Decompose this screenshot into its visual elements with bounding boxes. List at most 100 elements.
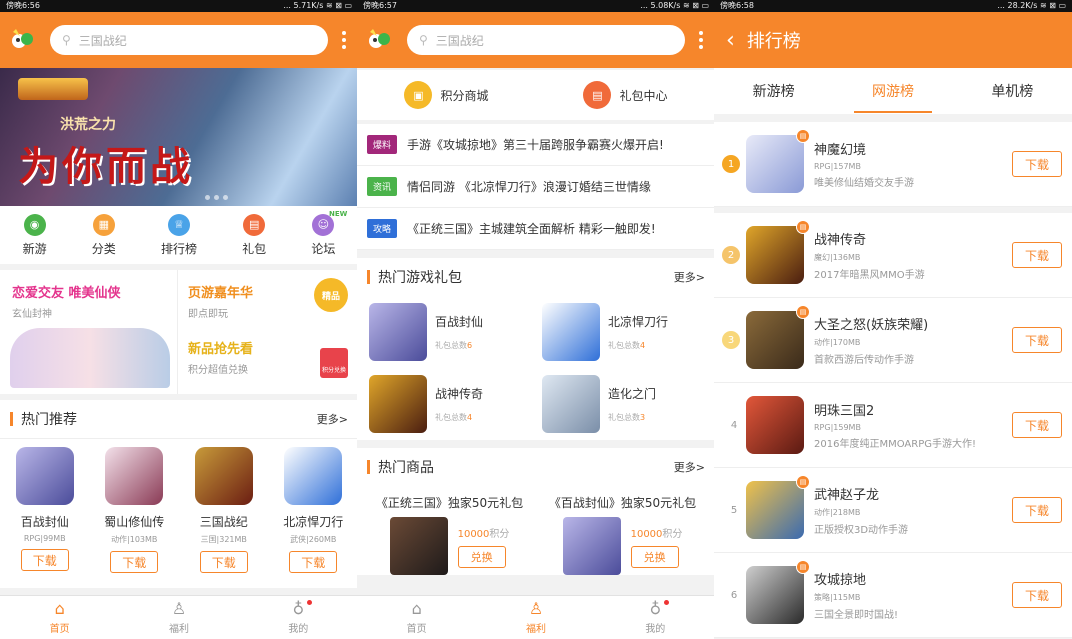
download-button[interactable]: 下载 bbox=[1012, 242, 1062, 268]
download-button[interactable]: 下载 bbox=[1012, 582, 1062, 608]
goods-image bbox=[389, 517, 448, 575]
game-card[interactable]: 三国战纪 三国|321MB 下载 bbox=[184, 447, 264, 588]
tab-home[interactable]: ⌂ 首页 bbox=[50, 599, 70, 636]
more-menu-icon[interactable] bbox=[695, 31, 707, 49]
gift-item[interactable]: 北凉悍刀行 礼包总数4 bbox=[536, 296, 709, 368]
ranking-row[interactable]: 4 明珠三国2 RPG|159MB 2016年度纯正MMOARPG手游大作! 下载 bbox=[714, 383, 1072, 468]
promo-left-title: 恋爱交友 唯美仙侠 bbox=[12, 286, 121, 301]
ranking-tabs: 新游榜 网游榜 单机榜 bbox=[714, 68, 1072, 114]
gift-game-name: 百战封仙 bbox=[435, 315, 484, 329]
ranking-row[interactable]: 5 ▤ 武神赵子龙 动作|218MB 正版授权3D动作手游 下载 bbox=[714, 468, 1072, 553]
news-item[interactable]: 攻略 《正统三国》主城建筑全面解析 精彩一触即发! bbox=[357, 208, 715, 250]
bag-icon: ♙ bbox=[171, 599, 187, 618]
ranking-row[interactable]: 2 ▤ 战神传奇 魔幻|136MB 2017年暗黑风MMO手游 下载 bbox=[714, 213, 1072, 298]
tab-welfare[interactable]: ♙ 福利 bbox=[526, 600, 546, 636]
game-card[interactable]: 百战封仙 RPG|99MB 下载 bbox=[5, 447, 85, 588]
points-mall-entry[interactable]: ▣ 积分商城 bbox=[404, 81, 489, 109]
app-logo-icon[interactable] bbox=[365, 25, 395, 55]
download-button[interactable]: 下载 bbox=[20, 549, 69, 571]
news-item[interactable]: 资讯 情侣同游 《北凉悍刀行》浪漫订婚结三世情缘 bbox=[357, 166, 715, 208]
download-button[interactable]: 下载 bbox=[1012, 327, 1062, 353]
game-meta: 动作|170MB bbox=[814, 338, 861, 347]
status-time: 傍晚6:57 bbox=[363, 1, 397, 10]
goods-item[interactable]: 《正统三国》独家50元礼包 10000积分 兑换 bbox=[363, 494, 536, 575]
ranking-row[interactable]: 3 ▤ 大圣之怒(妖族荣耀) 动作|170MB 首款西游后传动作手游 下载 bbox=[714, 298, 1072, 383]
app-logo-icon[interactable] bbox=[8, 25, 38, 55]
news-text: 情侣同游 《北凉悍刀行》浪漫订婚结三世情缘 bbox=[407, 180, 651, 194]
exchange-button[interactable]: 兑换 bbox=[457, 545, 506, 568]
medal-icon: 精品 bbox=[314, 278, 348, 312]
news-badge: 攻略 bbox=[367, 219, 398, 238]
gift-center-entry[interactable]: ▤ 礼包中心 bbox=[583, 81, 668, 109]
download-button[interactable]: 下载 bbox=[1012, 412, 1062, 438]
tab-mine[interactable]: ♁ 我的 bbox=[288, 600, 313, 635]
news-item[interactable]: 爆料 手游《攻城掠地》第三十届跨服争霸赛火爆开启! bbox=[357, 124, 715, 166]
search-input[interactable]: ⚲ 三国战纪 bbox=[407, 25, 685, 55]
points-gift-icon: 积分兑换 bbox=[320, 348, 348, 378]
promo-banner[interactable]: 洪荒之力 为你而战 bbox=[0, 68, 358, 206]
gamepad-icon: ◉ bbox=[23, 213, 46, 236]
game-name: 明珠三国2 bbox=[814, 404, 875, 419]
search-input[interactable]: ⚲ 三国战纪 bbox=[50, 25, 328, 55]
tab-home[interactable]: ⌂ 首页 bbox=[406, 600, 427, 636]
download-button[interactable]: 下载 bbox=[199, 551, 248, 573]
exchange-button[interactable]: 兑换 bbox=[630, 545, 679, 568]
gift-badge-icon: ▤ bbox=[796, 560, 810, 574]
entry-label: 礼包中心 bbox=[619, 88, 668, 103]
more-link[interactable]: 更多> bbox=[674, 459, 705, 475]
game-meta: RPG|99MB bbox=[23, 534, 66, 543]
gift-item[interactable]: 百战封仙礼包总数6 bbox=[363, 296, 536, 368]
promo-left-image bbox=[10, 328, 170, 388]
nav-categories[interactable]: ▦ 分类 bbox=[92, 213, 116, 257]
game-name: 大圣之怒(妖族荣耀) bbox=[814, 318, 929, 333]
tab-label: 我的 bbox=[288, 624, 309, 635]
home-icon: ⌂ bbox=[54, 599, 65, 618]
gift-item[interactable]: 战神传奇 礼包总数4 bbox=[363, 368, 536, 440]
gift-count: 礼包总数6 bbox=[435, 340, 483, 351]
tab-welfare[interactable]: ♙ 福利 bbox=[169, 599, 189, 636]
ranking-row[interactable]: 6 ▤ 攻城掠地 策略|115MB 三国全景即时国战! 下载 bbox=[714, 553, 1072, 638]
nav-gifts[interactable]: ▤ 礼包 bbox=[242, 213, 266, 257]
game-meta: RPG|157MB bbox=[814, 162, 861, 171]
more-link[interactable]: 更多> bbox=[317, 411, 348, 427]
game-card[interactable]: 北凉悍刀行 武侠|260MB 下载 bbox=[273, 447, 353, 588]
rank-number: 5 bbox=[730, 504, 738, 516]
nav-new-games[interactable]: ◉ 新游 bbox=[22, 213, 47, 257]
download-button[interactable]: 下载 bbox=[110, 551, 159, 573]
nav-ranking[interactable]: ♕ 排行榜 bbox=[161, 213, 197, 257]
game-name: 武神赵子龙 bbox=[814, 488, 880, 503]
game-icon bbox=[15, 447, 74, 505]
promo-card-left[interactable]: 恋爱交友 唯美仙侠 玄仙封神 bbox=[0, 270, 178, 394]
download-button[interactable]: 下载 bbox=[1012, 151, 1062, 177]
status-indicators: ... 5.08K/s ≋ ⊠ ▭ bbox=[640, 1, 709, 10]
gift-item[interactable]: 造化之门 礼包总数3 bbox=[536, 368, 709, 440]
download-button[interactable]: 下载 bbox=[289, 551, 338, 573]
game-icon bbox=[194, 447, 253, 505]
gift-grid: 百战封仙礼包总数6 北凉悍刀行 礼包总数4 战神传奇 礼包总数4 造化之门 礼包总数3 bbox=[357, 296, 715, 440]
tab-single-games[interactable]: 单机榜 bbox=[973, 71, 1051, 111]
game-meta: 策略|115MB bbox=[814, 593, 861, 602]
game-desc: 三国全景即时国战! bbox=[814, 610, 899, 621]
download-button[interactable]: 下载 bbox=[1012, 497, 1062, 523]
gift-count-value: 4 bbox=[640, 341, 646, 350]
tab-mine[interactable]: ♁ 我的 bbox=[645, 600, 670, 635]
section-title: 热门商品 bbox=[367, 457, 434, 477]
game-icon: ▤ bbox=[746, 305, 810, 369]
back-icon[interactable]: ‹ bbox=[726, 28, 735, 53]
goods-item[interactable]: 《百战封仙》独家50元礼包 10000积分 兑换 bbox=[536, 494, 709, 575]
tab-label: 首页 bbox=[406, 624, 427, 635]
tab-online-games[interactable]: 网游榜 bbox=[853, 71, 932, 113]
more-link[interactable]: 更多> bbox=[674, 269, 705, 285]
rank-medal-icon: 3 bbox=[722, 331, 740, 349]
game-card[interactable]: 蜀山修仙传 动作|103MB 下载 bbox=[94, 447, 174, 588]
ranking-top-bar: ‹ 排行榜 bbox=[714, 12, 1072, 68]
status-bar: 傍晚6:57 ... 5.08K/s ≋ ⊠ ▭ bbox=[357, 0, 715, 12]
nav-forum[interactable]: ☺ 论坛 NEW bbox=[311, 210, 347, 257]
ranking-row[interactable]: 1 ▤ 神魔幻境 RPG|157MB 唯美修仙结婚交友手游 下载 bbox=[714, 122, 1072, 207]
more-menu-icon[interactable] bbox=[338, 31, 350, 49]
goods-list: 《正统三国》独家50元礼包 10000积分 兑换 《百战封仙》独家50元礼包 10… bbox=[357, 486, 715, 575]
tab-new-games[interactable]: 新游榜 bbox=[735, 71, 813, 111]
top-bar: ⚲ 三国战纪 bbox=[357, 12, 715, 68]
nav-label: 新游 bbox=[22, 241, 47, 256]
gift-icon: ▤ bbox=[243, 213, 266, 236]
